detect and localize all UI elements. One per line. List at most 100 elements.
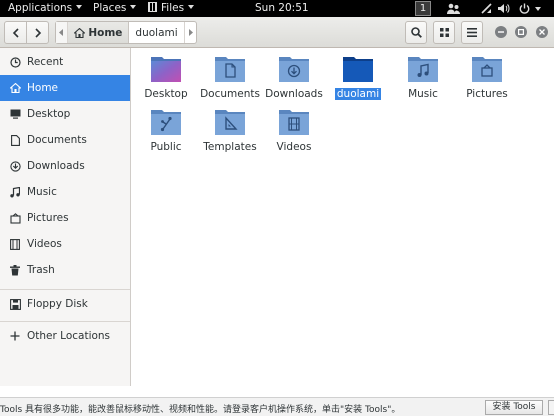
vmware-tools-bar: Tools 具有很多功能，能改善鼠标移动性、视频和性能。请登录客户机操作系统，单…: [0, 397, 554, 416]
chevron-down-icon: [130, 5, 137, 9]
menu-button[interactable]: [461, 21, 483, 44]
files-app-menu[interactable]: Files: [148, 1, 195, 16]
file-view[interactable]: Desktop Documents Downloads duolami Musi…: [131, 48, 554, 386]
places-menu[interactable]: Places: [93, 1, 137, 16]
grid-icon: [439, 28, 449, 37]
files-app-icon: [148, 2, 157, 12]
close-icon: [539, 29, 545, 35]
file-item-music[interactable]: Music: [392, 54, 454, 100]
sidebar-item-documents[interactable]: Documents: [0, 127, 130, 153]
videos-folder-icon: [278, 107, 310, 137]
chevron-down-icon[interactable]: [533, 2, 543, 15]
sidebar-item-home[interactable]: Home: [0, 75, 130, 101]
sidebar-item-label: Pictures: [27, 212, 69, 224]
templates-folder-icon: [214, 107, 246, 137]
sidebar-item-music[interactable]: Music: [0, 179, 130, 205]
file-item-pictures[interactable]: Pictures: [456, 54, 518, 100]
home-icon: [9, 82, 21, 94]
sidebar-item-label: Floppy Disk: [27, 298, 88, 310]
people-icon[interactable]: [446, 2, 460, 15]
trash-icon: [9, 264, 21, 276]
header-bar: Home duolami: [0, 17, 554, 48]
install-tools-button[interactable]: 安装 Tools: [485, 400, 543, 415]
file-label: Downloads: [265, 88, 323, 100]
breadcrumb: Home duolami: [55, 21, 197, 44]
documents-folder-icon: [214, 54, 246, 84]
chevron-left-icon: [12, 27, 19, 38]
file-item-downloads[interactable]: Downloads: [263, 54, 325, 100]
folder-icon: [342, 54, 374, 84]
file-label: Documents: [200, 88, 260, 100]
desktop-folder-icon: [150, 54, 182, 84]
minimize-button[interactable]: [495, 26, 507, 38]
sidebar-separator: [0, 321, 130, 322]
sidebar-item-label: Downloads: [27, 160, 85, 172]
sidebar-item-downloads[interactable]: Downloads: [0, 153, 130, 179]
hamburger-icon: [467, 28, 477, 37]
public-folder-icon: [150, 107, 182, 137]
chevron-down-icon: [188, 5, 195, 9]
grid-view-button[interactable]: [433, 21, 455, 44]
sidebar-item-label: Recent: [27, 56, 64, 68]
home-icon: [74, 27, 86, 38]
sidebar-item-recent[interactable]: Recent: [0, 49, 130, 75]
file-item-templates[interactable]: Templates: [199, 107, 261, 153]
breadcrumb-duolami[interactable]: duolami: [129, 22, 183, 43]
floppy-icon: [9, 298, 21, 310]
workspace-indicator[interactable]: 1: [415, 1, 431, 16]
chevron-right-icon: [34, 27, 41, 38]
back-button[interactable]: [4, 21, 27, 44]
plus-icon: [9, 330, 21, 342]
breadcrumb-scroll-left[interactable]: [56, 22, 69, 43]
close-button[interactable]: [536, 26, 548, 38]
file-item-videos[interactable]: Videos: [263, 107, 325, 153]
sidebar-item-label: Documents: [27, 134, 87, 146]
sidebar-item-pictures[interactable]: Pictures: [0, 205, 130, 231]
sidebar-item-floppy-disk[interactable]: Floppy Disk: [0, 291, 130, 317]
maximize-button[interactable]: [515, 26, 527, 38]
search-button[interactable]: [405, 21, 427, 44]
pictures-folder-icon: [471, 54, 503, 84]
triangle-right-icon: [188, 29, 193, 36]
file-label: duolami: [334, 88, 382, 100]
forward-button[interactable]: [26, 21, 49, 44]
sidebar-item-trash[interactable]: Trash: [0, 257, 130, 283]
volume-icon[interactable]: [498, 2, 510, 15]
network-icon[interactable]: [480, 2, 492, 15]
triangle-left-icon: [59, 29, 64, 36]
sidebar-item-other-locations[interactable]: Other Locations: [0, 323, 130, 349]
places-menu-label: Places: [93, 2, 127, 14]
file-item-desktop[interactable]: Desktop: [135, 54, 197, 100]
file-label: Desktop: [144, 88, 188, 100]
picture-icon: [9, 212, 21, 224]
file-item-public[interactable]: Public: [135, 107, 197, 153]
sidebar-item-label: Trash: [27, 264, 55, 276]
music-icon: [9, 186, 21, 198]
file-item-duolami[interactable]: duolami: [327, 54, 389, 100]
power-icon[interactable]: [518, 2, 530, 15]
video-icon: [9, 238, 21, 250]
document-icon: [9, 134, 21, 146]
downloads-folder-icon: [278, 54, 310, 84]
file-label: Music: [408, 88, 438, 100]
sidebar-item-desktop[interactable]: Desktop: [0, 101, 130, 127]
file-label: Videos: [276, 141, 312, 153]
file-label: Public: [150, 141, 182, 153]
desktop-icon: [9, 108, 21, 120]
maximize-icon: [518, 29, 524, 35]
breadcrumb-home[interactable]: Home: [68, 22, 130, 43]
clock[interactable]: Sun 20:51: [255, 1, 309, 16]
music-folder-icon: [407, 54, 439, 84]
tools-bar-extra-button[interactable]: [548, 400, 554, 415]
file-label: Pictures: [466, 88, 508, 100]
sidebar-item-label: Desktop: [27, 108, 71, 120]
search-icon: [410, 27, 422, 38]
chevron-down-icon: [76, 5, 83, 9]
breadcrumb-scroll-right[interactable]: [183, 22, 196, 43]
file-item-documents[interactable]: Documents: [199, 54, 261, 100]
sidebar-item-videos[interactable]: Videos: [0, 231, 130, 257]
applications-menu[interactable]: Applications: [8, 1, 83, 16]
files-app-label: Files: [161, 2, 185, 14]
tools-message: Tools 具有很多功能，能改善鼠标移动性、视频和性能。请登录客户机操作系统，单…: [0, 405, 401, 415]
sidebar-item-label: Music: [27, 186, 57, 198]
